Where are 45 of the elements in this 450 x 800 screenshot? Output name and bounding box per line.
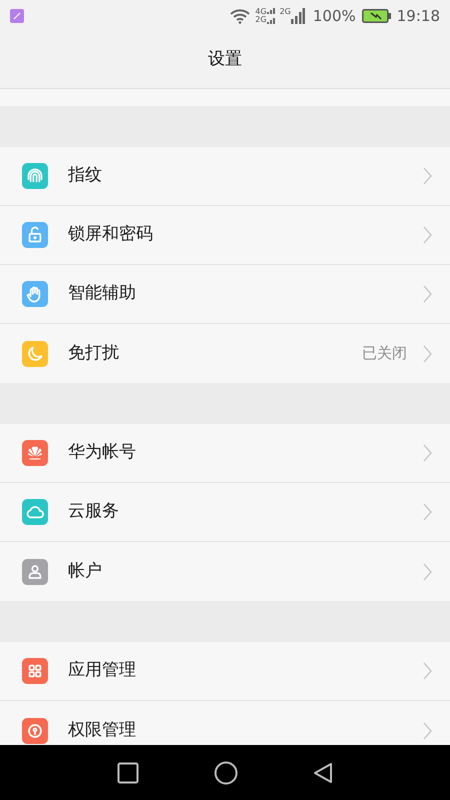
settings-row[interactable]: 帐户 [0, 542, 450, 601]
settings-row[interactable]: 智能辅助 [0, 265, 450, 324]
network-label: 2G [280, 6, 291, 18]
clock-time: 19:18 [396, 6, 440, 27]
battery-percent: 100% [312, 6, 356, 27]
settings-row[interactable]: 指纹 [0, 147, 450, 206]
page-title: 设置 [208, 48, 242, 72]
setting-label: 免打扰 [68, 342, 120, 365]
battery-charging-icon [362, 9, 391, 23]
network-label: 4G [255, 8, 267, 16]
setting-label: 智能辅助 [68, 282, 137, 306]
chevron-icon [423, 503, 432, 521]
notification-icon [10, 9, 24, 23]
chevron-icon [423, 226, 432, 244]
chevron-icon [423, 285, 432, 303]
signal-icon [290, 8, 305, 24]
setting-label: 帐户 [68, 560, 103, 583]
chevron-icon [423, 167, 432, 185]
back-button[interactable] [313, 762, 333, 784]
home-button[interactable] [214, 760, 238, 784]
chevron-icon [423, 344, 432, 362]
signal-icon [266, 7, 277, 25]
settings-row[interactable]: 应用管理 [0, 642, 450, 701]
settings-row[interactable]: 锁屏和密码 [0, 206, 450, 265]
settings-row[interactable]: 云服务 [0, 483, 450, 542]
setting-label: 锁屏和密码 [68, 223, 154, 246]
chevron-icon [423, 662, 432, 680]
settings-row[interactable]: 华为帐号 [0, 424, 450, 483]
chevron-icon [423, 722, 432, 740]
setting-label: 权限管理 [68, 718, 137, 742]
setting-label: 指纹 [68, 164, 103, 188]
setting-value: 已关闭 [362, 343, 407, 364]
chevron-icon [423, 562, 432, 580]
setting-label: 华为帐号 [68, 441, 137, 464]
circle-icon [214, 760, 238, 784]
triangle-icon [313, 762, 333, 784]
square-icon [117, 762, 139, 784]
setting-label: 应用管理 [68, 659, 137, 682]
settings-row[interactable]: 权限管理 [0, 701, 450, 745]
settings-row[interactable]: 免打扰 已关闭 [0, 324, 450, 383]
network-label: 2G [255, 16, 267, 24]
chevron-icon [423, 444, 432, 462]
wifi-icon [229, 8, 252, 24]
setting-label: 云服务 [68, 500, 120, 524]
recents-button[interactable] [117, 762, 139, 784]
